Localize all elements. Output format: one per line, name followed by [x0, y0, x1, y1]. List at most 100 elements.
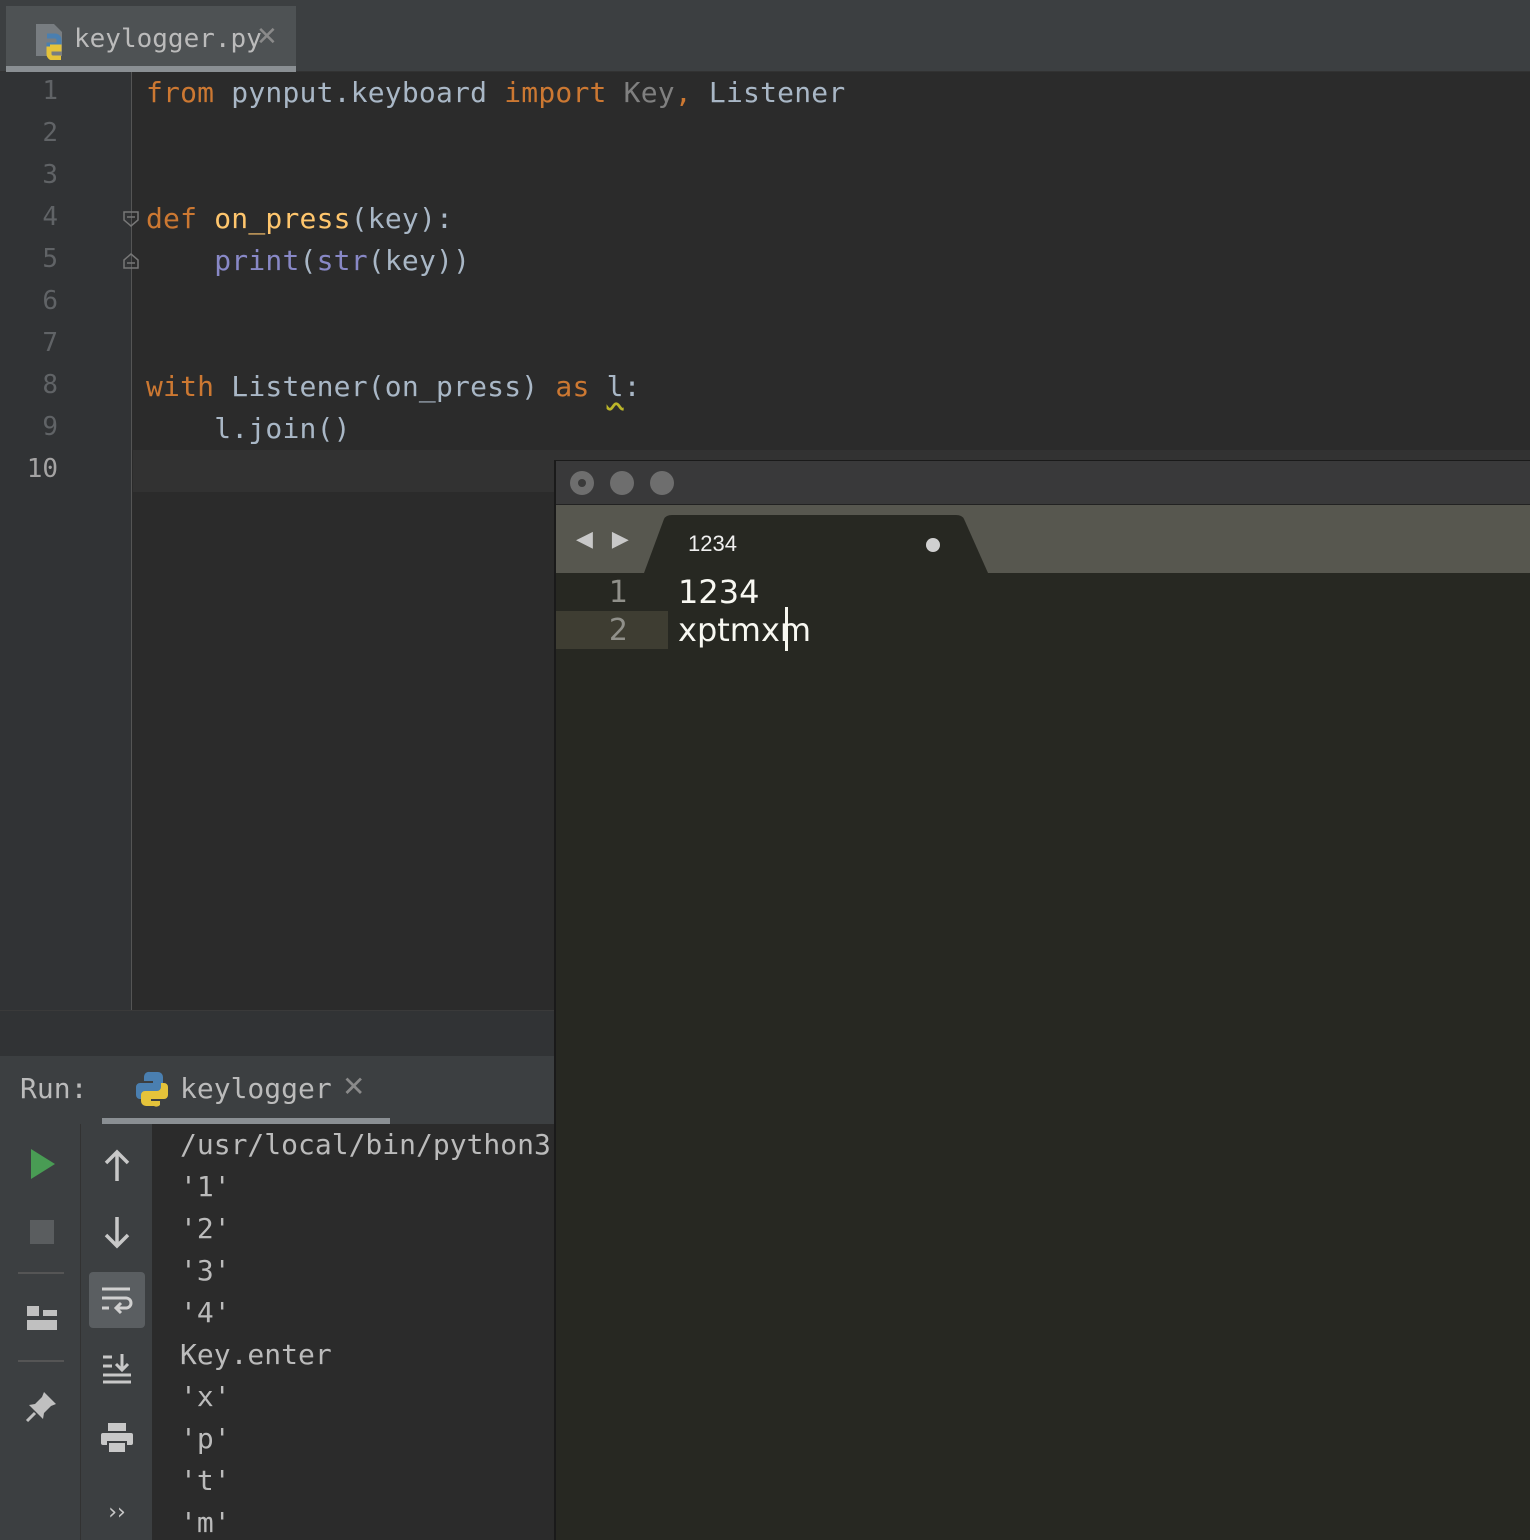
- import-name: Listener: [691, 76, 846, 109]
- soft-wrap-icon: [102, 1287, 133, 1315]
- line-number: 9: [42, 412, 58, 442]
- sublime-tab-1234[interactable]: 1234: [644, 515, 988, 573]
- console-line: 't': [180, 1464, 231, 1497]
- code-line-8: with Listener(on_press) as l:: [146, 370, 641, 403]
- restore-layout-button[interactable]: [20, 1296, 64, 1340]
- file-tab-label: keylogger.py: [74, 24, 262, 54]
- console-line: 'm': [180, 1506, 231, 1539]
- zoom-window-button[interactable]: [650, 471, 674, 495]
- line-number: 5: [42, 244, 58, 274]
- console-line: 'x': [180, 1380, 231, 1413]
- arrow-up-icon: [104, 1149, 130, 1181]
- run-panel-header: Run: keylogger ✕: [0, 1056, 555, 1124]
- sublime-tab-label: 1234: [688, 531, 737, 556]
- line-number: 2: [42, 118, 58, 148]
- run-toolbar-secondary: ››: [80, 1124, 152, 1540]
- arrow-down-icon: [104, 1217, 130, 1249]
- minimize-window-button[interactable]: [610, 471, 634, 495]
- editor-tab-bar: keylogger.py ✕: [0, 0, 1530, 72]
- sublime-tab-bar: ◀ ▶ 1234: [556, 505, 1530, 573]
- line-number-current: 10: [26, 454, 58, 484]
- more-actions-button[interactable]: ››: [95, 1494, 139, 1530]
- line-number: 6: [42, 286, 58, 316]
- tab-navigation-arrows[interactable]: ◀ ▶: [576, 527, 635, 552]
- fold-end-icon[interactable]: [122, 252, 140, 270]
- pin-tab-button[interactable]: [20, 1384, 64, 1428]
- run-tab-keylogger[interactable]: keylogger ✕: [102, 1056, 390, 1124]
- close-window-button[interactable]: [570, 471, 594, 495]
- run-tab-label: keylogger: [180, 1072, 332, 1105]
- keyword: import: [504, 76, 607, 109]
- console-line: '1': [180, 1170, 231, 1203]
- code-text: Listener(on_press): [214, 370, 556, 403]
- line-number-gutter: 1 2 3 4 5 6 7 8 9 10: [0, 72, 132, 1010]
- code-text: :: [623, 370, 641, 403]
- python-icon: [136, 1071, 168, 1107]
- close-icon[interactable]: ✕: [342, 1070, 365, 1103]
- sublime-text-window: ◀ ▶ 1234 1 2 1234 xptmxm: [554, 460, 1530, 1540]
- panel-divider[interactable]: [0, 1010, 555, 1056]
- pin-icon: [25, 1392, 56, 1423]
- line-number: 7: [42, 328, 58, 358]
- keyword: as: [555, 370, 590, 403]
- builtin: str: [316, 244, 368, 277]
- code-line-5: print(str(key)): [146, 244, 470, 277]
- run-label: Run:: [20, 1072, 88, 1105]
- window-titlebar[interactable]: [556, 461, 1530, 505]
- code-line-4: def on_press(key):: [146, 202, 453, 235]
- play-icon: [31, 1149, 55, 1179]
- module-name: pynput.keyboard: [214, 76, 505, 109]
- punctuation: ,: [674, 76, 692, 109]
- console-line: /usr/local/bin/python3.6: [180, 1128, 555, 1161]
- layout-icon: [27, 1306, 57, 1330]
- code-text: (: [299, 244, 317, 277]
- line-number: 1: [42, 76, 58, 106]
- line-number: 8: [42, 370, 58, 400]
- rerun-button[interactable]: [22, 1144, 62, 1184]
- console-output[interactable]: /usr/local/bin/python3.6 '1' '2' '3' '4'…: [152, 1124, 555, 1540]
- line-number: 1: [608, 575, 628, 610]
- builtin: print: [214, 244, 300, 277]
- python-file-icon: [36, 24, 62, 60]
- scroll-to-end-button[interactable]: [95, 1346, 139, 1390]
- code-text: (key)): [367, 244, 471, 277]
- toolbar-separator: [18, 1272, 64, 1274]
- unsaved-dot-icon[interactable]: [926, 538, 940, 552]
- line-number: 4: [42, 202, 58, 232]
- console-line: '4': [180, 1296, 231, 1329]
- stop-button[interactable]: [22, 1212, 62, 1252]
- unused-import: Key: [606, 76, 675, 109]
- scroll-to-end-icon: [103, 1354, 131, 1384]
- scroll-down-button[interactable]: [95, 1210, 139, 1254]
- keyword: from: [146, 76, 215, 109]
- line-number: 3: [42, 160, 58, 190]
- code-text: (key):: [350, 202, 454, 235]
- fold-icon[interactable]: [122, 210, 140, 228]
- run-toolbar-primary: [0, 1124, 80, 1540]
- text-line: 1234: [678, 573, 760, 611]
- text-cursor: [785, 607, 788, 651]
- console-line: '3': [180, 1254, 231, 1287]
- soft-wrap-toggle[interactable]: [89, 1272, 145, 1328]
- code-line-1: from pynput.keyboard import Key, Listene…: [146, 76, 845, 109]
- close-icon[interactable]: ✕: [256, 22, 278, 52]
- scroll-up-button[interactable]: [95, 1144, 139, 1188]
- keyword: with: [146, 370, 215, 403]
- file-tab-keylogger[interactable]: keylogger.py ✕: [6, 6, 296, 72]
- console-line: 'p': [180, 1422, 231, 1455]
- console-line: Key.enter: [180, 1338, 332, 1371]
- warning-variable[interactable]: l: [607, 370, 624, 403]
- print-button[interactable]: [95, 1416, 139, 1460]
- keyword: def: [146, 202, 198, 235]
- console-line: '2': [180, 1212, 231, 1245]
- stop-icon: [30, 1220, 54, 1244]
- text-line: xptmxm: [678, 611, 812, 649]
- printer-icon: [101, 1423, 133, 1454]
- line-number: 2: [608, 613, 628, 648]
- toolbar-separator: [18, 1360, 64, 1362]
- function-name: on_press: [197, 202, 351, 235]
- sublime-editor[interactable]: 1 2 1234 xptmxm: [556, 573, 1530, 1540]
- code-line-9: l.join(): [146, 412, 351, 445]
